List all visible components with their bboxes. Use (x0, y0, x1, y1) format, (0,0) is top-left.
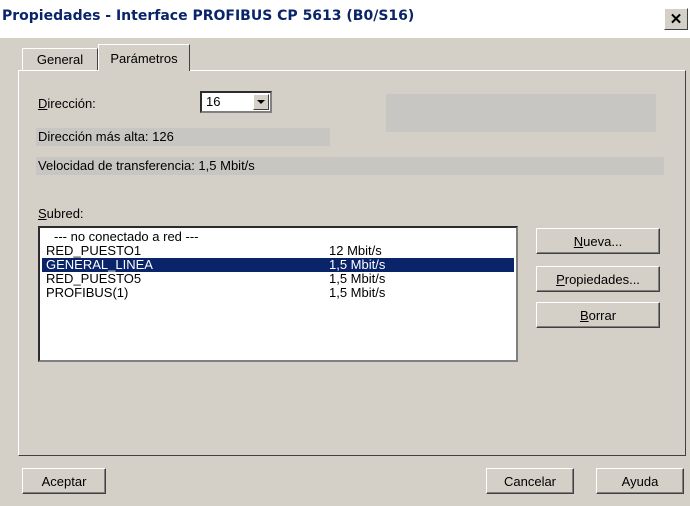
subred-label: Subred: (38, 206, 84, 221)
subnet-speed: 1,5 Mbit/s (329, 271, 386, 286)
subnet-speed: 12 Mbit/s (329, 243, 382, 258)
dropdown-button[interactable] (253, 94, 269, 110)
nueva-button[interactable]: Nueva... (536, 228, 660, 254)
close-button[interactable]: ✕ (664, 8, 688, 30)
info-box (386, 94, 656, 132)
chevron-down-icon (257, 100, 265, 104)
direccion-label: Dirección: (38, 96, 96, 111)
close-icon: ✕ (669, 11, 683, 28)
subnet-name: GENERAL_LINEA (46, 257, 153, 272)
subnet-speed: 1,5 Mbit/s (329, 257, 386, 272)
tab-parametros[interactable]: Parámetros (98, 44, 190, 71)
subnet-listbox[interactable]: --- no conectado a red --- RED_PUESTO1 1… (38, 226, 518, 362)
cancelar-button[interactable]: Cancelar (486, 468, 574, 494)
cancelar-label: Cancelar (503, 473, 557, 489)
subnet-name: PROFIBUS(1) (46, 285, 129, 300)
list-item[interactable]: PROFIBUS(1) 1,5 Mbit/s (42, 286, 514, 300)
aceptar-label: Aceptar (41, 473, 87, 489)
subnet-name: RED_PUESTO1 (46, 243, 142, 258)
list-item[interactable]: RED_PUESTO5 1,5 Mbit/s (42, 272, 514, 286)
list-item-selected[interactable]: GENERAL_LINEA 1,5 Mbit/s (42, 258, 514, 272)
propiedades-button[interactable]: Propiedades... (536, 266, 660, 292)
window-title: Propiedades - Interface PROFIBUS CP 5613… (2, 8, 415, 24)
title-bar: Propiedades - Interface PROFIBUS CP 5613… (0, 0, 690, 38)
ayuda-label: Ayuda (621, 473, 659, 489)
tab-parametros-label: Parámetros (110, 50, 178, 66)
list-item-label: --- no conectado a red --- (54, 229, 199, 244)
aceptar-button[interactable]: Aceptar (22, 468, 106, 494)
list-item[interactable]: RED_PUESTO1 12 Mbit/s (42, 244, 514, 258)
borrar-button[interactable]: Borrar (536, 302, 660, 328)
list-item-no-network[interactable]: --- no conectado a red --- (42, 230, 514, 244)
direccion-select[interactable]: 16 (200, 91, 272, 113)
direccion-alta-label: Dirección más alta: 126 (38, 129, 174, 144)
direccion-value: 16 (206, 94, 221, 109)
ayuda-button[interactable]: Ayuda (596, 468, 684, 494)
velocidad-label: Velocidad de transferencia: 1,5 Mbit/s (38, 158, 255, 173)
subnet-name: RED_PUESTO5 (46, 271, 142, 286)
subnet-speed: 1,5 Mbit/s (329, 285, 386, 300)
tab-general-label: General (36, 52, 84, 67)
tab-general[interactable]: General (22, 48, 98, 70)
